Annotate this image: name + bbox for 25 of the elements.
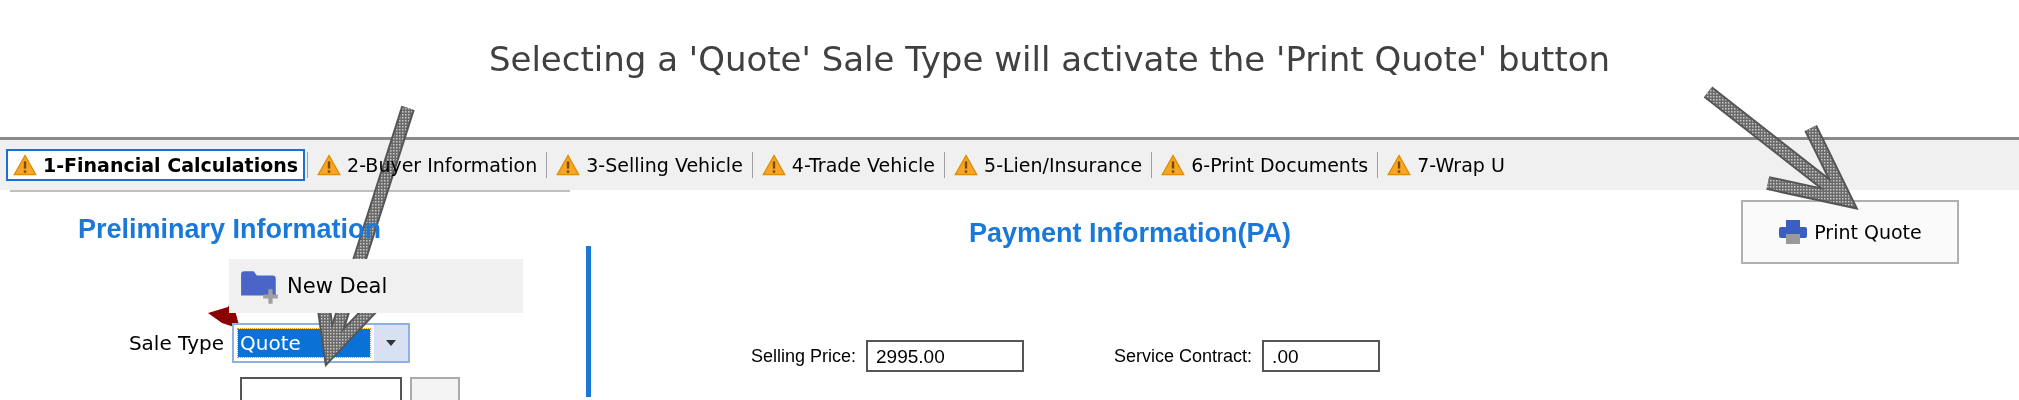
- field-label: Service Contract:: [1114, 345, 1253, 367]
- printer-icon: [1778, 219, 1809, 245]
- caret-icon: [386, 340, 396, 346]
- input-field[interactable]: 2995.00: [866, 340, 1025, 372]
- tab[interactable]: 7-Wrap U: [1380, 149, 1512, 181]
- tab[interactable]: 1-Financial Calculations: [6, 149, 306, 181]
- tab[interactable]: 4-Trade Vehicle: [754, 149, 943, 181]
- input-field[interactable]: .00: [1262, 340, 1381, 372]
- tab[interactable]: 3-Selling Vehicle: [549, 149, 750, 181]
- field-label: Selling Price:: [751, 345, 857, 367]
- tab[interactable]: 6-Print Documents: [1154, 149, 1376, 181]
- warning-icon: [13, 154, 37, 176]
- warning-icon: [761, 154, 786, 176]
- new-deal-button[interactable]: New Deal: [229, 259, 523, 313]
- annotation-caption: Selecting a 'Quote' Sale Type will activate the 'Print Quote' button: [488, 38, 1611, 79]
- warning-icon: [954, 154, 979, 176]
- section-title: Payment Information(PA): [969, 218, 1292, 249]
- print-quote-button[interactable]: Print Quote: [1741, 200, 1959, 264]
- field-label: Sale Type: [127, 331, 225, 355]
- tab[interactable]: 5-Lien/Insurance: [947, 149, 1150, 181]
- folder-add-icon: [239, 268, 281, 304]
- warning-icon: [1161, 154, 1186, 176]
- warning-icon: [556, 154, 581, 176]
- warning-icon: [1387, 154, 1412, 176]
- warning-icon: [317, 154, 342, 176]
